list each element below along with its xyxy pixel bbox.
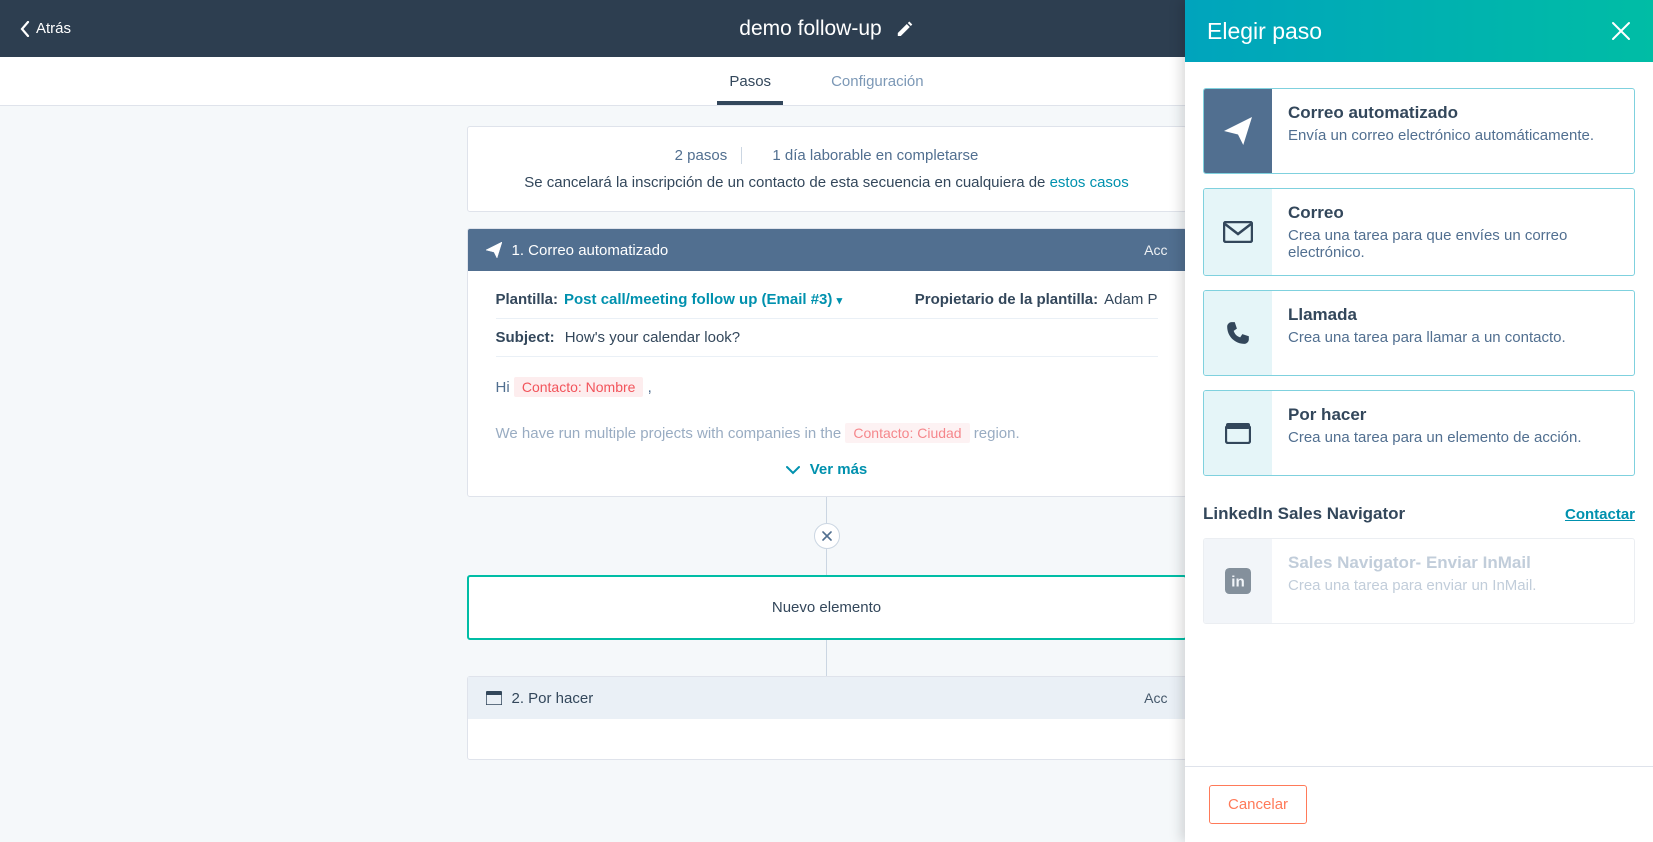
connector-1: [814, 497, 840, 575]
linkedin-section-header: LinkedIn Sales Navigator Contactar: [1203, 504, 1635, 524]
summary-cancel-text: Se cancelará la inscripción de un contac…: [524, 174, 1049, 191]
summary-steps: 2 pasos: [665, 147, 738, 164]
envelope-icon: [1223, 221, 1253, 243]
owner-name: Adam P: [1104, 291, 1157, 308]
summary-cancel-link[interactable]: estos casos: [1050, 174, 1129, 191]
see-more-button[interactable]: Ver más: [496, 449, 1158, 482]
panel-footer: Cancelar: [1185, 766, 1653, 842]
owner-label: Propietario de la plantilla:: [915, 291, 1098, 308]
page-title: demo follow-up: [739, 17, 881, 41]
close-icon: [822, 531, 832, 541]
linkedin-icon: in: [1225, 568, 1251, 594]
template-dropdown[interactable]: Post call/meeting follow up (Email #3) ▾: [564, 291, 842, 308]
back-button[interactable]: Atrás: [20, 20, 71, 37]
option-linkedin-inmail: in Sales Navigator- Enviar InMail Crea u…: [1203, 538, 1635, 624]
send-icon: [486, 242, 502, 258]
tab-config[interactable]: Configuración: [831, 57, 924, 105]
summary-card: 2 pasos 1 día laborable en completarse S…: [467, 126, 1187, 212]
step-2-title: 2. Por hacer: [512, 690, 594, 707]
step-1-actions[interactable]: Acc: [1144, 242, 1167, 258]
close-panel-button[interactable]: [1611, 21, 1631, 41]
option-todo-task[interactable]: Por hacer Crea una tarea para un element…: [1203, 390, 1635, 476]
option-automated-email[interactable]: Correo automatizado Envía un correo elec…: [1203, 88, 1635, 174]
todo-icon: [486, 691, 502, 705]
todo-icon: [1225, 422, 1251, 444]
subject-value: How's your calendar look?: [565, 329, 740, 346]
panel-body: Correo automatizado Envía un correo elec…: [1185, 62, 1653, 766]
phone-icon: [1225, 320, 1251, 346]
close-icon: [1611, 21, 1631, 41]
svg-text:in: in: [1231, 573, 1244, 590]
option-email-task[interactable]: Correo Crea una tarea para que envíes un…: [1203, 188, 1635, 276]
remove-connector-button[interactable]: [814, 523, 840, 549]
panel-title: Elegir paso: [1207, 18, 1322, 45]
chevron-left-icon: [20, 21, 30, 37]
cancel-button[interactable]: Cancelar: [1209, 785, 1307, 824]
page-title-container: demo follow-up: [739, 17, 913, 41]
new-element-slot[interactable]: Nuevo elemento: [467, 575, 1187, 640]
connector-2: [826, 640, 827, 676]
chevron-down-icon: [786, 465, 800, 475]
option-call-task[interactable]: Llamada Crea una tarea para llamar a un …: [1203, 290, 1635, 376]
back-label: Atrás: [36, 20, 71, 37]
email-body[interactable]: Hi Contacto: Nombre , We have run multip…: [496, 357, 1158, 449]
send-icon: [1224, 117, 1252, 145]
subject-label: Subject:: [496, 329, 555, 346]
step-1-header: 1. Correo automatizado Acc: [468, 229, 1186, 271]
pencil-icon: [896, 20, 914, 38]
panel-header: Elegir paso: [1185, 0, 1653, 62]
side-panel: Elegir paso Correo automatizado Envía un…: [1185, 0, 1653, 842]
step-1-card: 1. Correo automatizado Acc Plantilla: Po…: [467, 228, 1187, 497]
step-1-body: Plantilla: Post call/meeting follow up (…: [468, 271, 1186, 496]
summary-duration: 1 día laborable en completarse: [762, 147, 988, 164]
edit-title-button[interactable]: [896, 20, 914, 38]
step-2-card: 2. Por hacer Acc: [467, 676, 1187, 760]
step-2-actions[interactable]: Acc: [1144, 690, 1167, 706]
step-2-header: 2. Por hacer Acc: [468, 677, 1186, 719]
template-label: Plantilla:: [496, 291, 559, 308]
token-contact-name[interactable]: Contacto: Nombre: [514, 377, 644, 397]
token-contact-city[interactable]: Contacto: Ciudad: [845, 423, 969, 443]
tab-steps[interactable]: Pasos: [729, 57, 771, 105]
linkedin-contact-link[interactable]: Contactar: [1565, 506, 1635, 523]
caret-down-icon: ▾: [837, 295, 843, 307]
step-1-title: 1. Correo automatizado: [512, 242, 669, 259]
